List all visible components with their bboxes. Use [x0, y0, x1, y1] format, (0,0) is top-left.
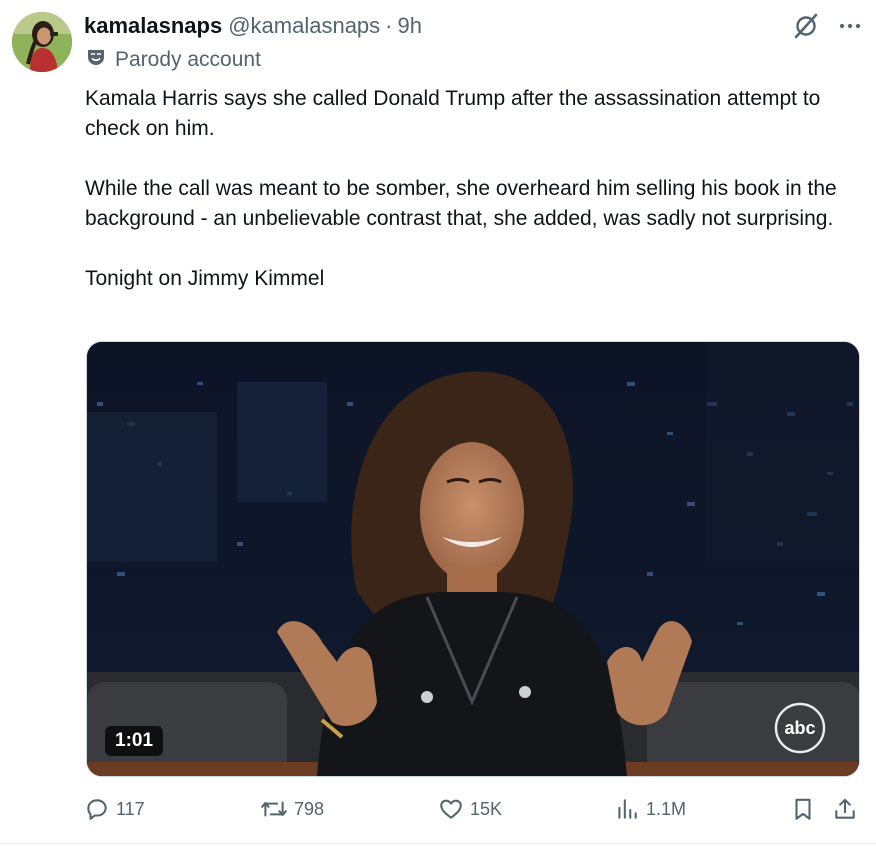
tweet[interactable]: kamalasnaps @kamalasnaps · 9h Parody acc… — [0, 0, 876, 846]
reply-icon — [84, 796, 110, 822]
timestamp[interactable]: 9h — [398, 13, 422, 39]
like-button[interactable]: 15K — [438, 796, 502, 822]
bookmark-button[interactable] — [790, 796, 816, 822]
reply-button[interactable]: 117 — [84, 796, 145, 822]
user-handle[interactable]: @kamalasnaps — [228, 13, 380, 39]
network-logo-text: abc — [784, 718, 815, 738]
views-icon — [614, 796, 640, 822]
views-count: 1.1M — [646, 798, 687, 819]
parody-mask-icon — [86, 47, 106, 72]
bookmark-icon — [790, 796, 816, 822]
like-count: 15K — [470, 798, 503, 819]
tweet-paragraph: While the call was meant to be somber, s… — [85, 177, 837, 230]
retweet-icon — [260, 796, 288, 822]
views-button[interactable]: 1.1M — [614, 796, 686, 822]
retweet-count: 798 — [294, 798, 325, 819]
tweet-text: Kamala Harris says she called Donald Tru… — [85, 84, 855, 294]
tweet-paragraph: Tonight on Jimmy Kimmel — [85, 267, 325, 290]
separator-dot: · — [385, 13, 393, 38]
tweet-header: kamalasnaps @kamalasnaps · 9h — [84, 10, 862, 42]
tweet-paragraph: Kamala Harris says she called Donald Tru… — [85, 87, 821, 140]
display-name[interactable]: kamalasnaps — [84, 13, 222, 39]
header-actions — [792, 12, 862, 40]
share-button[interactable] — [832, 796, 858, 822]
retweet-button[interactable]: 798 — [260, 796, 324, 822]
like-icon — [438, 796, 464, 822]
video-duration: 1:01 — [105, 726, 164, 756]
grok-icon[interactable] — [792, 12, 820, 40]
video-frame — [87, 342, 859, 776]
video-player[interactable]: 1:01 abc — [86, 341, 860, 777]
more-icon[interactable] — [838, 14, 862, 38]
share-icon — [832, 796, 858, 822]
parody-label-text: Parody account — [115, 47, 261, 71]
action-bar: 117 798 15K 1.1M — [84, 796, 860, 826]
avatar[interactable] — [12, 12, 72, 72]
parody-label: Parody account — [86, 47, 261, 72]
divider — [0, 843, 876, 844]
reply-count: 117 — [116, 798, 145, 819]
abc-logo: abc — [774, 702, 826, 754]
